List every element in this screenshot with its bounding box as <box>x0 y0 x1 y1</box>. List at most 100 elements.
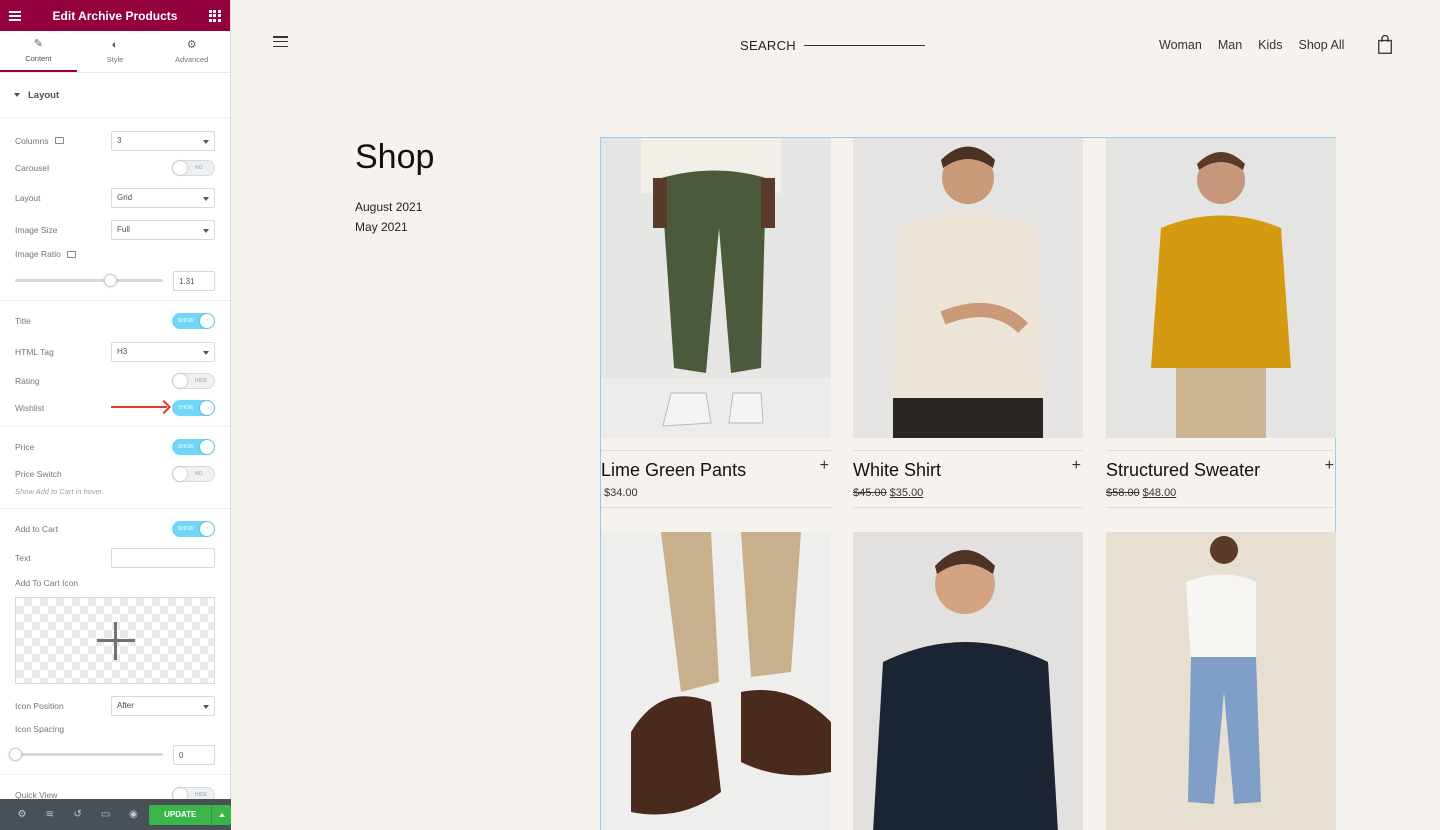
menu-icon[interactable] <box>9 10 21 21</box>
add-to-cart-plus-icon[interactable]: + <box>1072 457 1081 475</box>
product-card[interactable]: Lime Green Pants + $34.00 <box>601 138 831 508</box>
slider-track[interactable] <box>15 753 163 756</box>
half-circle-icon: ◐ <box>111 38 119 51</box>
update-options-button[interactable] <box>211 804 231 825</box>
html-tag-select[interactable]: H3 <box>111 341 215 362</box>
product-grid: Lime Green Pants + $34.00 White Shirt + … <box>600 137 1336 830</box>
quick-view-label: Quick View <box>15 789 58 800</box>
html-tag-value: H3 <box>117 347 128 356</box>
columns-value: 3 <box>117 136 122 145</box>
panel-tabs: ✎ Content ◐ Style ⚙ Advanced <box>0 31 230 73</box>
price-toggle[interactable]: SHOW <box>172 438 215 455</box>
add-to-cart-plus-icon[interactable]: + <box>1325 457 1334 475</box>
product-image[interactable] <box>601 532 831 830</box>
settings-icon[interactable]: ⚙ <box>8 809 36 820</box>
divider <box>0 774 230 775</box>
product-card[interactable] <box>853 532 1083 830</box>
price-switch-toggle[interactable]: NO <box>172 465 215 482</box>
site-search[interactable]: SEARCH <box>740 38 925 53</box>
tab-content[interactable]: ✎ Content <box>0 31 77 72</box>
product-card[interactable] <box>1106 532 1336 830</box>
image-ratio-input[interactable]: 1.31 <box>173 271 215 291</box>
chevron-down-icon <box>203 350 209 355</box>
shopping-bag-icon[interactable] <box>1378 35 1392 54</box>
control-price-switch: Price Switch NO <box>0 460 230 487</box>
columns-select[interactable]: 3 <box>111 130 215 151</box>
layout-select[interactable]: Grid <box>111 187 215 208</box>
add-to-cart-label: Add to Cart <box>15 523 58 534</box>
archive-link[interactable]: May 2021 <box>355 217 422 237</box>
plus-icon-bar <box>97 639 135 642</box>
search-label: SEARCH <box>740 38 796 53</box>
product-title[interactable]: White Shirt <box>853 460 1083 481</box>
site-menu-icon[interactable] <box>273 36 288 47</box>
product-photo-shoes <box>601 532 831 830</box>
product-image[interactable] <box>1106 532 1336 830</box>
add-to-cart-plus-icon[interactable]: + <box>820 457 829 475</box>
add-to-cart-toggle[interactable]: SHOW <box>172 520 215 537</box>
pencil-icon: ✎ <box>33 37 43 50</box>
current-price: $48.00 <box>1142 487 1177 499</box>
archive-list: August 2021 May 2021 <box>355 197 422 237</box>
tab-advanced-label: Advanced <box>175 54 209 64</box>
slider-handle[interactable] <box>103 274 117 287</box>
product-image[interactable] <box>601 138 831 438</box>
nav-shop-all[interactable]: Shop All <box>1299 38 1345 52</box>
icon-position-select[interactable]: After <box>111 695 215 716</box>
layout-value: Grid <box>117 193 133 202</box>
quick-view-toggle[interactable]: HIDE <box>172 786 215 799</box>
product-card[interactable]: Structured Sweater + $58.00 $48.00 <box>1106 138 1336 508</box>
nav-man[interactable]: Man <box>1218 38 1242 52</box>
nav-kids[interactable]: Kids <box>1258 38 1282 52</box>
product-title[interactable]: Structured Sweater <box>1106 460 1336 481</box>
carousel-toggle[interactable]: NO <box>172 159 215 176</box>
product-image[interactable] <box>1106 138 1336 438</box>
product-photo-tshirt <box>853 532 1083 830</box>
control-rating: Rating HIDE <box>0 367 230 394</box>
product-image[interactable] <box>853 532 1083 830</box>
history-icon[interactable]: ↺ <box>64 809 92 820</box>
responsive-icon[interactable]: ▭ <box>92 809 120 820</box>
wishlist-toggle[interactable]: SHOW <box>172 399 215 416</box>
product-price: $45.00 $35.00 <box>853 487 1083 499</box>
product-card[interactable] <box>601 532 831 830</box>
control-cart-icon: Add To Cart Icon <box>0 571 230 595</box>
image-size-select[interactable]: Full <box>111 219 215 240</box>
current-price: $34.00 <box>604 487 638 499</box>
slider-handle[interactable] <box>9 748 22 761</box>
control-text: Text <box>0 544 230 571</box>
panel-header: Edit Archive Products <box>0 0 230 31</box>
product-card[interactable]: White Shirt + $45.00 $35.00 <box>853 138 1083 508</box>
icon-picker[interactable] <box>15 597 215 684</box>
preview-eye-icon[interactable]: ◉ <box>120 809 148 820</box>
control-image-ratio: Image Ratio <box>0 243 230 265</box>
product-price: $58.00 $48.00 <box>1106 487 1336 499</box>
title-toggle[interactable]: SHOW <box>172 312 215 329</box>
chevron-down-icon <box>203 196 209 201</box>
slider-track[interactable] <box>15 279 163 282</box>
tab-advanced[interactable]: ⚙ Advanced <box>153 31 230 72</box>
control-icon-position: Icon Position After <box>0 692 230 719</box>
layers-icon[interactable]: ≋ <box>36 809 64 820</box>
desktop-icon[interactable] <box>54 137 64 144</box>
text-input[interactable] <box>111 547 215 568</box>
product-meta: Structured Sweater + $58.00 $48.00 <box>1106 450 1336 508</box>
cart-icon-label: Add To Cart Icon <box>15 578 79 588</box>
rating-toggle[interactable]: HIDE <box>172 372 215 389</box>
product-image[interactable] <box>853 138 1083 438</box>
section-layout-header[interactable]: Layout <box>0 73 230 118</box>
site-preview: SEARCH Woman Man Kids Shop All Shop Augu… <box>231 0 1440 830</box>
nav-woman[interactable]: Woman <box>1159 38 1202 52</box>
site-nav: Woman Man Kids Shop All <box>1159 38 1360 52</box>
product-meta: Lime Green Pants + $34.00 <box>601 450 831 508</box>
update-button[interactable]: UPDATE <box>149 804 212 825</box>
icon-spacing-input[interactable]: 0 <box>173 745 215 765</box>
archive-link[interactable]: August 2021 <box>355 197 422 217</box>
chevron-down-icon <box>203 228 209 233</box>
tab-style[interactable]: ◐ Style <box>77 31 154 72</box>
widgets-grid-icon[interactable] <box>208 9 221 22</box>
desktop-icon[interactable] <box>66 250 76 258</box>
layout-label: Layout <box>15 192 41 203</box>
gear-icon: ⚙ <box>186 38 197 51</box>
product-title[interactable]: Lime Green Pants <box>601 460 831 481</box>
